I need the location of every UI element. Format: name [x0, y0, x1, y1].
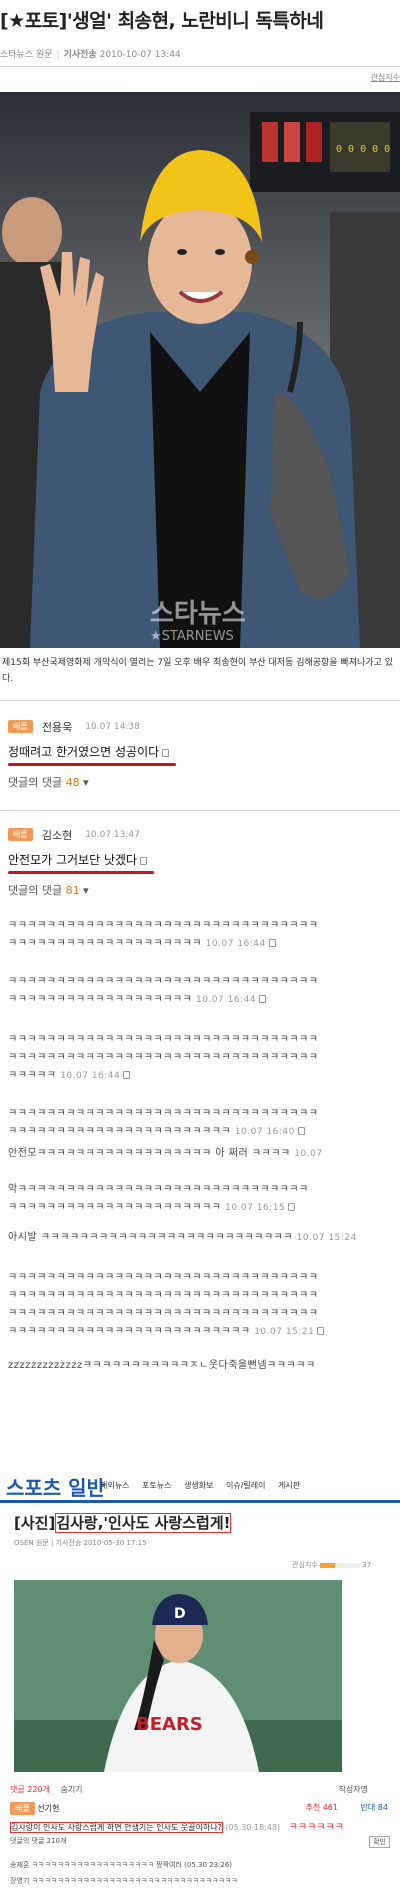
- reply-line: ㅋㅋㅋㅋㅋㅋㅋㅋㅋㅋㅋㅋㅋㅋㅋㅋㅋㅋㅋㅋㅋㅋㅋ 10.07 16:40: [8, 1122, 305, 1137]
- comment-time: 10.07 13:47: [85, 829, 140, 840]
- sports-interest: 관심지수 37: [292, 1561, 372, 1569]
- comment-time: 10.07 14:38: [85, 721, 140, 732]
- best-badge: 베플: [8, 720, 33, 733]
- sports-reply-row: 송재훈 ㅋㅋㅋㅋㅋㅋㅋㅋㅋㅋㅋㅋㅋㅋㅋㅋㅋㅋㅋ 짱짝여러 (05.30 23:2…: [10, 1861, 233, 1869]
- article-title: [★포토]'생얼' 최송현, 노란비니 독특하네: [0, 10, 324, 32]
- lock-icon: [259, 995, 267, 1003]
- reply-line: ㅋㅋㅋㅋㅋㅋㅋㅋㅋㅋㅋㅋㅋㅋㅋㅋㅋㅋㅋㅋㅋㅋㅋㅋㅋㅋㅋㅋㅋㅋㅋㅋ: [8, 976, 319, 987]
- sports-comment-text: 김사랑이 인사도 사랑스럽게 하면 안생기는 인사도 웃끌이하나? (05.30…: [10, 1822, 344, 1833]
- sports-header-bar: [0, 1500, 400, 1503]
- reply-toggle[interactable]: 댓글의 댓글 48 ▾: [8, 774, 400, 790]
- article-date: 2010-10-07 13:44: [99, 50, 181, 60]
- comment-author[interactable]: 김소현: [42, 829, 72, 842]
- reply-line: 안전모ㅋㅋㅋㅋㅋㅋㅋㅋㅋㅋㅋㅋㅋㅋㅋㅋㅋㅋ 아 쩌러 ㅋㅋㅋㅋ 10.07: [8, 1148, 323, 1159]
- lock-icon: [162, 748, 170, 757]
- article-photo: 0 0 0 0 0 스타뉴스 ★STARNEWS: [0, 92, 400, 648]
- cap-letter: D: [174, 1606, 186, 1622]
- nav-item[interactable]: 포토뉴스: [142, 1481, 171, 1490]
- lock-icon: [288, 1203, 296, 1211]
- nav-item[interactable]: 이슈/릴레이: [226, 1481, 266, 1490]
- article-source[interactable]: 스타뉴스 원문: [0, 50, 53, 60]
- sports-reply-toggle[interactable]: 댓글의 댓글 210개 확인: [10, 1836, 398, 1848]
- comment-text: 안전모가 그거보단 낫겠다: [8, 851, 400, 868]
- article-meta: 스타뉴스 원문 | 기사전송 2010-10-07 13:44: [0, 50, 181, 60]
- highlight-box: 김사랑,'인사도 사랑스럽게!: [55, 1513, 232, 1533]
- sports-photo-illustration: D BEARS: [14, 1580, 342, 1772]
- lock-icon: [268, 939, 276, 947]
- reply-line: ㅋㅋㅋㅋㅋㅋㅋㅋㅋㅋㅋㅋㅋㅋㅋㅋㅋㅋㅋㅋㅋㅋㅋㅋㅋㅋㅋㅋㅋㅋㅋㅋ: [8, 920, 319, 931]
- nav-item[interactable]: 게시판: [278, 1481, 300, 1490]
- jersey-text: BEARS: [136, 1714, 203, 1735]
- photo-illustration: 0 0 0 0 0 스타뉴스 ★STARNEWS: [0, 92, 400, 648]
- sports-meta: OSEN 원문 | 기사전송 2010-05-30 17:15: [14, 1539, 147, 1547]
- photo-caption: 제15회 부산국제영화제 개막식이 열리는 7일 오후 배우 최송현이 부산 대…: [2, 658, 393, 684]
- sports-reply-row: 장영기 ㅋㅋㅋㅋㅋㅋㅋㅋㅋㅋㅋㅋㅋㅋㅋㅋㅋㅋㅋㅋㅋㅋㅋㅋㅋㅋㅋㅋㅋㅋㅋㅋ: [10, 1877, 238, 1885]
- reply-line: ㅋㅋㅋㅋㅋㅋㅋㅋㅋㅋㅋㅋㅋㅋㅋㅋㅋㅋㅋㅋㅋㅋㅋㅋㅋ 10.07 15:21: [8, 1322, 325, 1337]
- reply-line: 악ㅋㅋㅋㅋㅋㅋㅋㅋㅋㅋㅋㅋㅋㅋㅋㅋㅋㅋㅋㅋㅋㅋㅋㅋㅋㅋㅋㅋㅋㅋ: [8, 1184, 309, 1195]
- sports-nav: 해외뉴스 포토뉴스 생생화보 이슈/릴레이 게시판: [100, 1480, 310, 1491]
- reply-line: ㅋㅋㅋㅋㅋㅋㅋㅋㅋㅋㅋㅋㅋㅋㅋㅋㅋㅋㅋㅋㅋㅋㅋㅋㅋㅋㅋㅋㅋㅋㅋㅋ: [8, 1052, 319, 1063]
- sports-comment-bar: 댓글 220개 숨기기 작성자명: [10, 1785, 368, 1794]
- reply-line: ㅋㅋㅋㅋㅋㅋㅋㅋㅋㅋㅋㅋㅋㅋㅋㅋㅋㅋㅋㅋㅋㅋㅋㅋㅋㅋㅋㅋㅋㅋㅋㅋ: [8, 1308, 319, 1319]
- best-badge: 베플: [8, 828, 33, 841]
- interest-tag[interactable]: 관심지수: [371, 72, 400, 83]
- reply-line: ㅋㅋㅋㅋㅋㅋㅋㅋㅋㅋㅋㅋㅋㅋㅋㅋㅋㅋㅋㅋㅋㅋㅋㅋㅋㅋㅋㅋㅋㅋㅋㅋ: [8, 1290, 319, 1301]
- nav-item[interactable]: 해외뉴스: [100, 1481, 129, 1490]
- sports-headline: [사진]김사랑,'인사도 사랑스럽게!: [14, 1513, 232, 1533]
- lock-icon: [140, 856, 148, 865]
- reply-line: ㅋㅋㅋㅋㅋㅋㅋㅋㅋㅋㅋㅋㅋㅋㅋㅋㅋㅋㅋㅋㅋㅋ 10.07 16:15: [8, 1198, 296, 1213]
- reply-line: zzzzzzzzzzzzzㅋㅋㅋㅋㅋㅋㅋㅋㅋㅋㅋㅈㄴ웃다죽을뻔넴ㅋㅋㅋㅋㅋ: [8, 1360, 316, 1371]
- chevron-down-icon: ▾: [83, 776, 89, 789]
- date-label: 기사전송: [63, 50, 97, 60]
- reply-line: 아시발 ㅋㅋㅋㅋㅋㅋㅋㅋㅋㅋㅋㅋㅋㅋㅋㅋㅋㅋㅋㅋㅋㅋㅋㅋㅋㅋ 10.07 15:…: [8, 1232, 357, 1243]
- reply-line: ㅋㅋㅋㅋㅋㅋㅋㅋㅋㅋㅋㅋㅋㅋㅋㅋㅋㅋㅋㅋ 10.07 16:44: [8, 934, 276, 949]
- divider: [0, 66, 400, 67]
- watermark-sub: ★STARNEWS: [150, 629, 234, 644]
- nav-item[interactable]: 생생화보: [184, 1481, 213, 1490]
- reply-line: ㅋㅋㅋㅋㅋㅋㅋㅋㅋㅋㅋㅋㅋㅋㅋㅋㅋㅋㅋㅋㅋㅋㅋㅋㅋㅋㅋㅋㅋㅋㅋㅋ: [8, 1272, 319, 1283]
- lock-icon: [297, 1127, 305, 1135]
- divider: [0, 810, 400, 811]
- lock-icon: [123, 1071, 131, 1079]
- best-comment: 베플 김소현 10.07 13:47 안전모가 그거보단 낫겠다 댓글의 댓글 …: [8, 824, 400, 898]
- sports-photo: D BEARS: [14, 1580, 342, 1772]
- reply-toggle[interactable]: 댓글의 댓글 81 ▾: [8, 882, 400, 898]
- red-underline: [8, 763, 176, 766]
- divider: [0, 700, 400, 701]
- comment-text: 정때려고 한거였으면 성공이다: [8, 743, 400, 760]
- reply-line: ㅋㅋㅋㅋㅋㅋㅋㅋㅋㅋㅋㅋㅋㅋㅋㅋㅋㅋㅋㅋㅋㅋㅋㅋㅋㅋㅋㅋㅋㅋㅋㅋ: [8, 1108, 319, 1119]
- best-comment: 베플 전용욱 10.07 14:38 정때려고 한거였으면 성공이다 댓글의 댓…: [8, 716, 400, 790]
- red-underline: [8, 871, 154, 874]
- sports-best-comment: 베플 선기현 추천 461 반대 84: [10, 1802, 398, 1815]
- board-digits: 0 0 0 0 0: [336, 144, 390, 155]
- reply-line: ㅋㅋㅋㅋㅋ 10.07 16:44: [8, 1066, 131, 1081]
- comment-author[interactable]: 전용욱: [42, 721, 72, 734]
- chevron-down-icon: ▾: [83, 884, 89, 897]
- interest-bar: [320, 1562, 360, 1568]
- reply-line: ㅋㅋㅋㅋㅋㅋㅋㅋㅋㅋㅋㅋㅋㅋㅋㅋㅋㅋㅋㅋㅋㅋㅋㅋㅋㅋㅋㅋㅋㅋㅋㅋ: [8, 1034, 319, 1045]
- reply-line: ㅋㅋㅋㅋㅋㅋㅋㅋㅋㅋㅋㅋㅋㅋㅋㅋㅋㅋㅋ 10.07 16:44: [8, 990, 267, 1005]
- sports-section-title: 스포츠 일반: [6, 1476, 105, 1500]
- watermark-main: 스타뉴스: [150, 599, 246, 629]
- lock-icon: [317, 1327, 325, 1335]
